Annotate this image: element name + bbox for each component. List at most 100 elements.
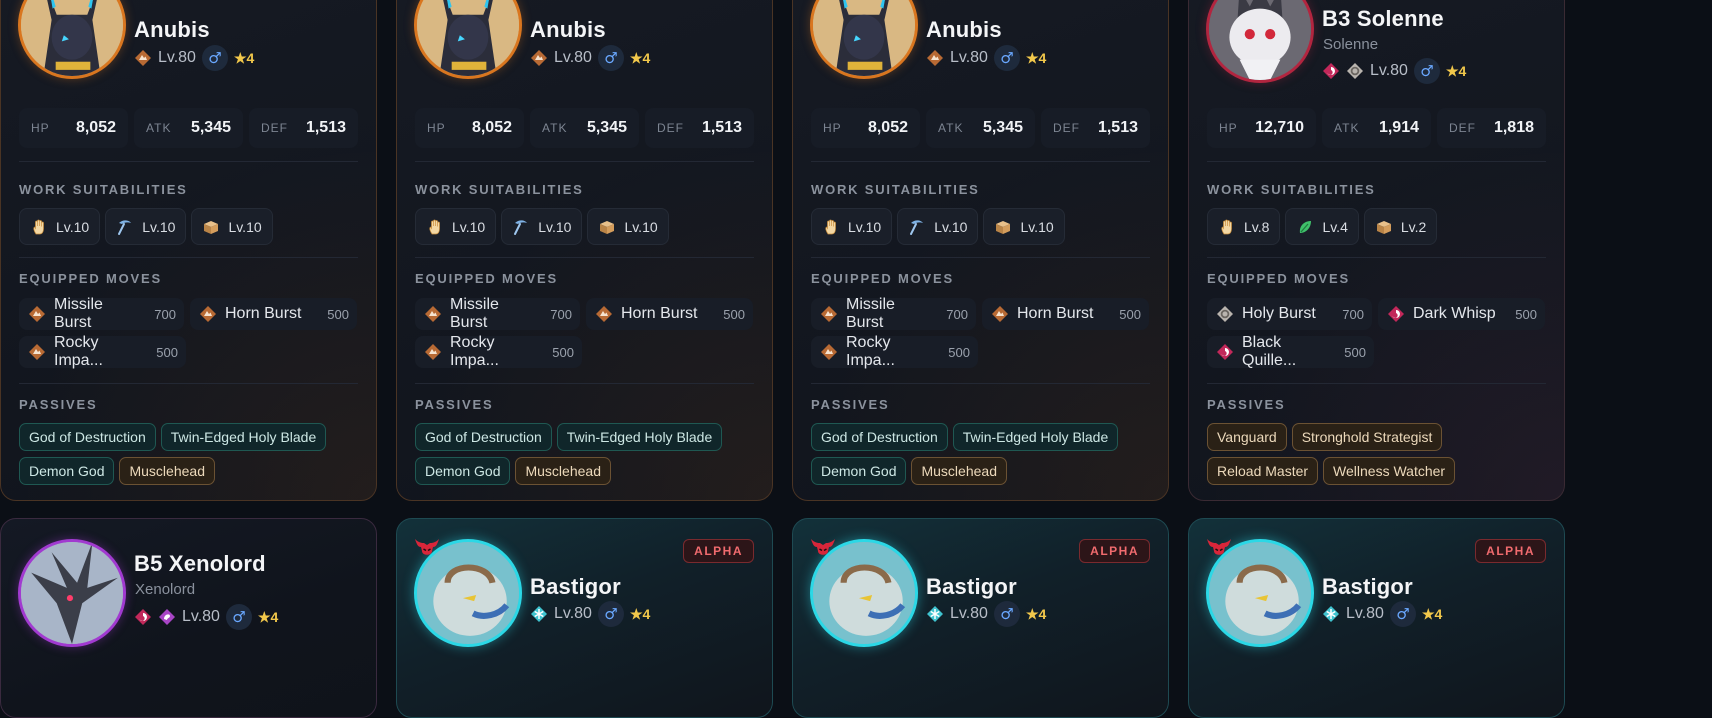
element-dark-icon xyxy=(1216,343,1234,361)
stat-value: 1,513 xyxy=(1097,119,1138,136)
passive-chip[interactable]: Vanguard xyxy=(1207,423,1287,451)
work-chip[interactable]: Lv.10 xyxy=(587,208,669,245)
stat-value: 5,345 xyxy=(982,119,1023,136)
passive-chip[interactable]: Reload Master xyxy=(1207,457,1319,485)
passive-chip[interactable]: God of Destruction xyxy=(811,423,948,451)
element-ice-icon xyxy=(530,605,548,623)
passive-chip[interactable]: Twin-Edged Holy Blade xyxy=(556,423,723,451)
work-level: Lv.10 xyxy=(228,218,262,235)
move-name: Dark Whisp xyxy=(1413,305,1496,322)
move-chip[interactable]: Black Quille... 500 xyxy=(1207,334,1374,369)
passive-chip[interactable]: God of Destruction xyxy=(415,423,552,451)
moves-list: Missile Burst 700 Horn Burst 500 Rocky Impa.… xyxy=(811,296,1150,369)
move-chip[interactable]: Rocky Impa... 500 xyxy=(415,334,582,369)
element-ground-icon xyxy=(820,305,838,323)
move-chip[interactable]: Horn Burst 500 xyxy=(982,298,1149,330)
work-level: Lv.10 xyxy=(56,218,90,235)
rank-stars: ★4 xyxy=(1025,605,1047,622)
move-chip[interactable]: Missile Burst 700 xyxy=(19,296,184,331)
move-name: Black Quille... xyxy=(1242,334,1297,369)
passive-chip[interactable]: God of Destruction xyxy=(19,423,156,451)
stat-label: HP xyxy=(1219,121,1238,135)
pal-name: Anubis xyxy=(926,17,1002,42)
pal-card[interactable]: ALPHAAnubisLv.80♂★4HP8,052ATK5,345DEF1,5… xyxy=(396,0,773,501)
mining-icon xyxy=(512,218,530,236)
pal-name: B5 Xenolord xyxy=(134,551,266,576)
element-ground-icon xyxy=(595,305,613,323)
passive-chip[interactable]: Musclehead xyxy=(119,457,215,485)
male-gender-icon: ♂ xyxy=(993,601,1020,627)
pal-level: Lv.80 xyxy=(158,49,196,66)
rank-stars: ★4 xyxy=(1025,49,1047,66)
work-chip[interactable]: Lv.8 xyxy=(1207,208,1281,245)
transporting-icon xyxy=(994,218,1012,236)
move-power: 500 xyxy=(327,306,349,322)
move-chip[interactable]: Missile Burst 700 xyxy=(811,296,976,331)
work-chip[interactable]: Lv.10 xyxy=(983,208,1065,245)
move-chip[interactable]: Holy Burst 700 xyxy=(1207,298,1372,330)
move-chip[interactable]: Dark Whisp 500 xyxy=(1378,298,1545,330)
stat-value: 8,052 xyxy=(867,119,908,136)
work-chip[interactable]: Lv.10 xyxy=(191,208,273,245)
pal-name: Bastigor xyxy=(1322,574,1413,599)
pal-species: Solenne xyxy=(1323,36,1379,53)
stat-hp: HP 12,710 xyxy=(1207,108,1316,148)
work-section-title: WORK SUITABILITIES xyxy=(1207,182,1376,197)
work-chip[interactable]: Lv.10 xyxy=(501,208,583,245)
work-level: Lv.4 xyxy=(1322,218,1348,235)
work-chip[interactable]: Lv.10 xyxy=(415,208,497,245)
alpha-demon-icon xyxy=(412,537,442,559)
passive-chip[interactable]: Demon God xyxy=(811,457,907,485)
move-chip[interactable]: Rocky Impa... 500 xyxy=(811,334,978,369)
divider xyxy=(415,383,754,384)
passive-chip[interactable]: Twin-Edged Holy Blade xyxy=(160,423,327,451)
moves-list: Missile Burst 700 Horn Burst 500 Rocky Impa.… xyxy=(19,296,358,369)
pal-card[interactable]: ALPHA Bastigor Lv.80 ♂ ★4 xyxy=(1188,518,1565,718)
pal-card[interactable]: B5 Xenolord Xenolord Lv.80 ♂ ★4 xyxy=(0,518,377,718)
stats-row: HP 12,710 ATK 1,914 DEF 1,818 xyxy=(1207,108,1546,148)
male-gender-icon: ♂ xyxy=(1389,601,1416,627)
element-dark-icon xyxy=(1322,62,1340,80)
work-chip[interactable]: Lv.10 xyxy=(811,208,893,245)
passive-chip[interactable]: Demon God xyxy=(415,457,511,485)
pal-card[interactable]: ALPHA Bastigor Lv.80 ♂ ★4 xyxy=(792,518,1169,718)
passives-section-title: PASSIVES xyxy=(19,397,98,412)
passive-chip[interactable]: Demon God xyxy=(19,457,115,485)
passive-chip[interactable]: Musclehead xyxy=(911,457,1007,485)
work-level: Lv.10 xyxy=(452,218,486,235)
move-chip[interactable]: Rocky Impa... 500 xyxy=(19,334,186,369)
pal-card[interactable]: ALPHAAnubisLv.80♂★4HP8,052ATK5,345DEF1,5… xyxy=(792,0,1169,501)
work-section-title: WORK SUITABILITIES xyxy=(811,182,980,197)
pal-card[interactable]: B3 Solenne Solenne Lv.80 ♂ ★4 HP 12,710 ATK 1,91… xyxy=(1188,0,1565,501)
stats-row: HP 8,052 ATK 5,345 DEF 1,513 xyxy=(811,108,1150,148)
male-gender-icon: ♂ xyxy=(1413,58,1440,84)
stat-label: ATK xyxy=(938,121,964,135)
alpha-badge: ALPHA xyxy=(683,539,754,563)
stat-label: DEF xyxy=(657,121,684,135)
element-dark-icon xyxy=(134,608,152,626)
pal-card[interactable]: ALPHA Bastigor Lv.80 ♂ ★4 xyxy=(396,518,773,718)
moves-section-title: EQUIPPED MOVES xyxy=(1207,271,1350,286)
move-chip[interactable]: Horn Burst 500 xyxy=(190,298,357,330)
pal-name: Anubis xyxy=(530,17,606,42)
passive-chip[interactable]: Musclehead xyxy=(515,457,611,485)
passive-chip[interactable]: Stronghold Strategist xyxy=(1291,423,1443,451)
work-chip[interactable]: Lv.2 xyxy=(1363,208,1438,245)
work-chip[interactable]: Lv.10 xyxy=(897,208,979,245)
stat-hp: HP 8,052 xyxy=(415,108,524,148)
stat-label: DEF xyxy=(261,121,288,135)
stat-def: DEF 1,513 xyxy=(645,108,754,148)
transporting-icon xyxy=(1375,218,1393,236)
pal-avatar xyxy=(810,0,918,79)
move-name: Rocky Impa... xyxy=(54,334,103,369)
stat-value: 5,345 xyxy=(586,119,627,136)
work-chip[interactable]: Lv.4 xyxy=(1285,208,1359,245)
pal-card[interactable]: ALPHAAnubisLv.80♂★4HP8,052ATK5,345DEF1,5… xyxy=(0,0,377,501)
move-chip[interactable]: Missile Burst 700 xyxy=(415,296,580,331)
passive-chip[interactable]: Twin-Edged Holy Blade xyxy=(952,423,1119,451)
work-chip[interactable]: Lv.10 xyxy=(105,208,187,245)
move-power: 500 xyxy=(723,306,745,322)
passive-chip[interactable]: Wellness Watcher xyxy=(1323,457,1456,485)
work-chip[interactable]: Lv.10 xyxy=(19,208,101,245)
move-chip[interactable]: Horn Burst 500 xyxy=(586,298,753,330)
